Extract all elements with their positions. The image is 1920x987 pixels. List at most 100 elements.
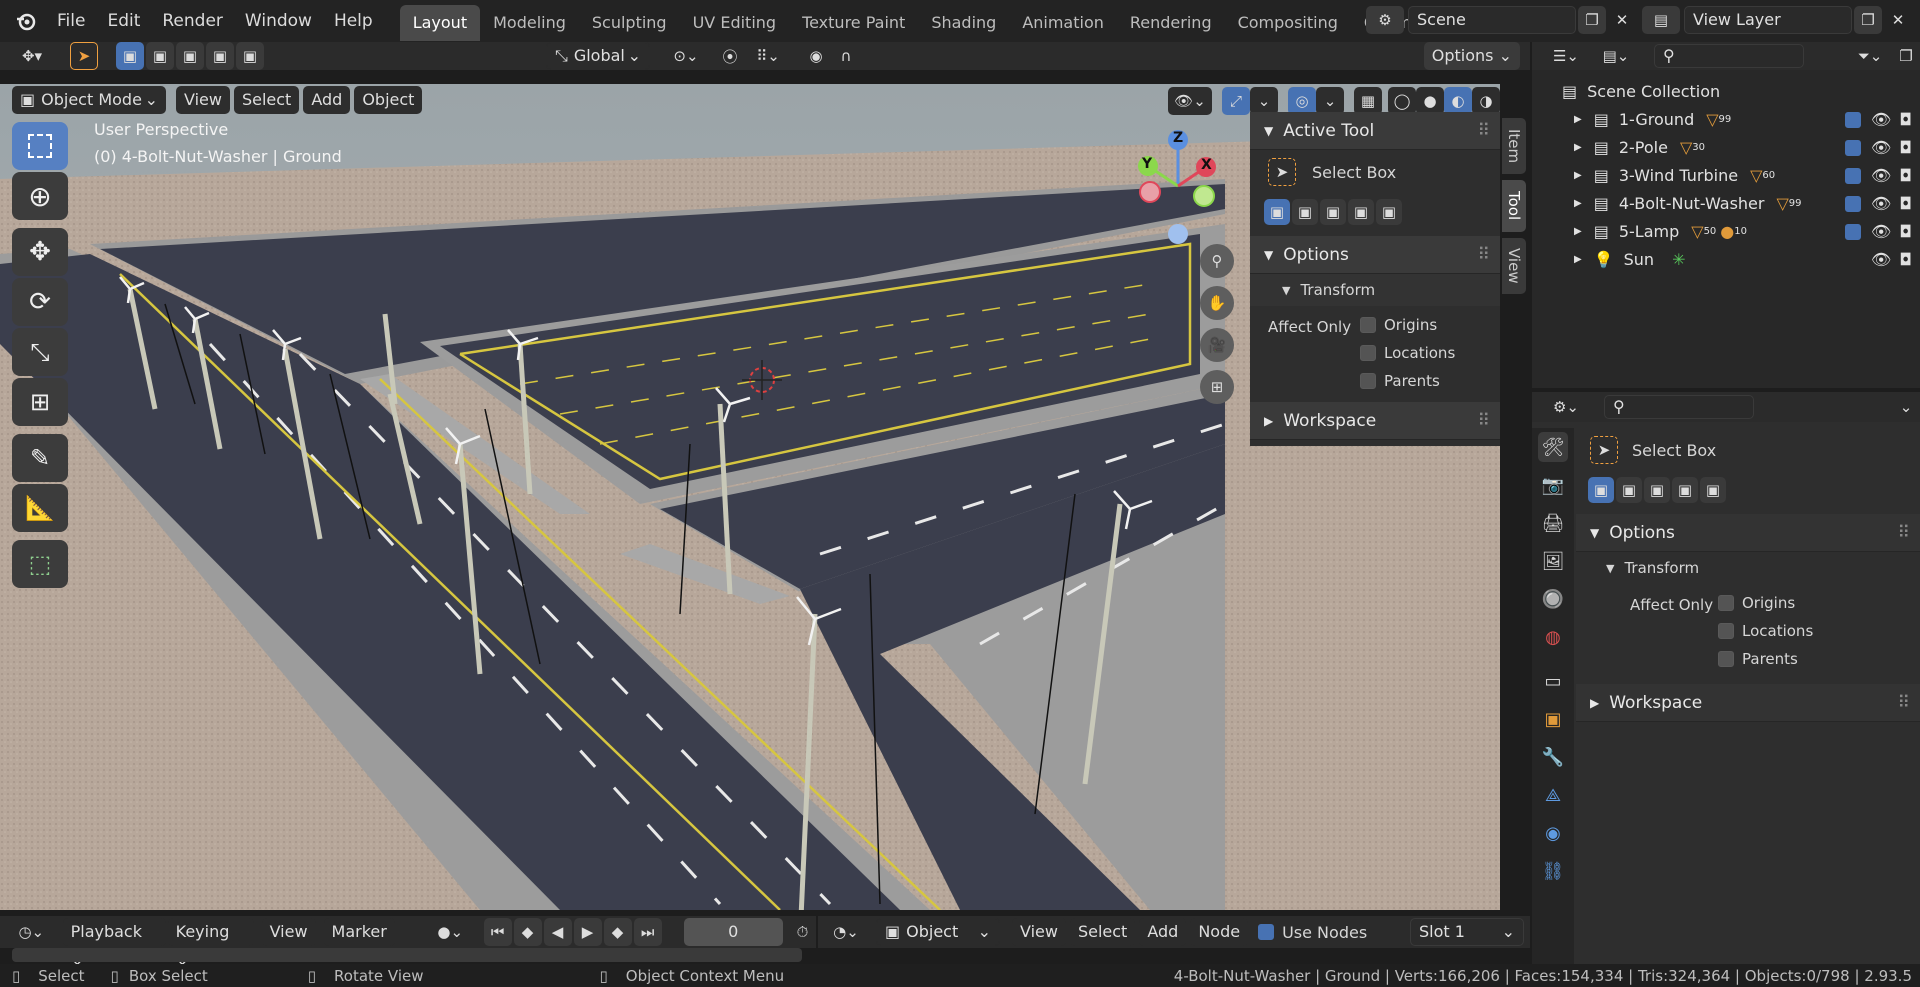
output-properties-icon[interactable]: 🖨 xyxy=(1538,508,1568,538)
particles-properties-icon[interactable]: ⟁ xyxy=(1538,780,1568,810)
physics-properties-icon[interactable]: ◉ xyxy=(1538,818,1568,848)
outliner-row[interactable]: ▶ ▤ 5-Lamp ▽ 50 ● 10 👁 ◘ xyxy=(1532,218,1920,246)
active-tool-header[interactable]: ▼ Active Tool ⠿ xyxy=(1250,112,1500,150)
mode-extend-icon[interactable]: ▣ xyxy=(1616,477,1642,503)
tab-animation[interactable]: Animation xyxy=(1009,5,1117,41)
transform-subheader[interactable]: ▼ Transform xyxy=(1250,274,1500,306)
play-icon[interactable]: ▶ xyxy=(573,918,602,946)
shader-type-dropdown[interactable]: ▣ Object ⌄ xyxy=(876,918,1000,946)
exclude-checkbox[interactable] xyxy=(1845,140,1862,156)
tab-shading[interactable]: Shading xyxy=(918,5,1009,41)
camera-render-icon[interactable]: ◘ xyxy=(1899,162,1912,190)
timeline-menu-marker[interactable]: Marker xyxy=(323,918,395,946)
eye-icon[interactable]: 👁 xyxy=(1871,106,1891,134)
select-box-tool-icon[interactable]: ➤ xyxy=(1590,436,1618,464)
scene-icon[interactable]: ⚙ xyxy=(1366,6,1404,34)
timeline-scrollbar[interactable] xyxy=(12,948,802,962)
menu-file[interactable]: File xyxy=(46,0,96,42)
prop-options-header[interactable]: ▼ Options ⠿ xyxy=(1576,514,1920,552)
annotate-tool[interactable]: ✎ xyxy=(12,434,68,482)
world-properties-icon[interactable]: ◍ xyxy=(1538,622,1568,652)
ortho-grid-icon[interactable]: ⊞ xyxy=(1200,370,1234,404)
eye-icon[interactable]: 👁 xyxy=(1871,162,1891,190)
shader-editor-icon[interactable]: ◔⌄ xyxy=(824,918,868,946)
node-menu-add[interactable]: Add xyxy=(1139,918,1187,946)
snap-icon[interactable]: ⦿ xyxy=(716,42,744,70)
editor-type-icon[interactable]: ✥▾ xyxy=(10,42,54,70)
solid-shading-icon[interactable]: ● xyxy=(1416,87,1444,115)
render-properties-icon[interactable]: 📷 xyxy=(1538,470,1568,500)
rotate-tool[interactable]: ⟳ xyxy=(12,278,68,326)
camera-icon[interactable]: 🎥 xyxy=(1200,328,1234,362)
timeline-editor-icon[interactable]: ◷⌄ xyxy=(10,918,53,946)
pivot-point-icon[interactable]: ⊙⌄ xyxy=(664,42,708,70)
menu-render[interactable]: Render xyxy=(151,0,234,42)
locations-checkbox[interactable]: Locations xyxy=(1360,344,1455,362)
gizmo-toggle-icon[interactable]: ⤢ xyxy=(1222,87,1250,115)
scale-tool[interactable]: ⤡ xyxy=(12,328,68,376)
view-layer-properties-icon[interactable]: 🖼 xyxy=(1538,546,1568,576)
exclude-checkbox[interactable] xyxy=(1845,224,1862,240)
viewport-menu-select[interactable]: Select xyxy=(233,86,300,114)
timeline-menu-playback[interactable]: Playback ⌄ xyxy=(62,918,166,969)
select-intersect-icon[interactable]: ▣ xyxy=(236,42,264,70)
view-layer-field[interactable]: View Layer xyxy=(1684,6,1852,34)
tab-modeling[interactable]: Modeling xyxy=(480,5,579,41)
filter-icon[interactable]: ⏷⌄ xyxy=(1848,42,1892,70)
workspace-header[interactable]: ▶ Workspace ⠿ xyxy=(1250,402,1500,440)
delete-scene-icon[interactable]: ✕ xyxy=(1608,6,1636,34)
view-layer-icon[interactable]: ▤ xyxy=(1642,6,1680,34)
exclude-checkbox[interactable] xyxy=(1845,196,1862,212)
prop-transform-subheader[interactable]: ▼ Transform xyxy=(1576,552,1920,584)
mode-intersect-icon[interactable]: ▣ xyxy=(1376,199,1402,225)
slot-dropdown[interactable]: Slot 1 ⌄ xyxy=(1410,918,1524,946)
eye-icon[interactable]: 👁 xyxy=(1871,134,1891,162)
menu-edit[interactable]: Edit xyxy=(96,0,151,42)
tab-compositing[interactable]: Compositing xyxy=(1225,5,1351,41)
cursor-tool[interactable]: ⊕ xyxy=(12,172,68,220)
prev-keyframe-icon[interactable]: ◆ xyxy=(513,918,542,946)
outliner-row[interactable]: ▶ ▤ 3-Wind Turbine ▽ 60 👁 ◘ xyxy=(1532,162,1920,190)
mode-intersect-icon[interactable]: ▣ xyxy=(1700,477,1726,503)
parents-checkbox[interactable]: Parents xyxy=(1360,372,1440,390)
mode-subtract-icon[interactable]: ▣ xyxy=(1644,477,1670,503)
mode-invert-icon[interactable]: ▣ xyxy=(1672,477,1698,503)
select-new-icon[interactable]: ▣ xyxy=(116,42,144,70)
delete-view-layer-icon[interactable]: ✕ xyxy=(1884,6,1912,34)
mode-new-icon[interactable]: ▣ xyxy=(1264,199,1290,225)
mode-subtract-icon[interactable]: ▣ xyxy=(1320,199,1346,225)
outliner-editor-icon[interactable]: ☰⌄ xyxy=(1544,42,1588,70)
camera-render-icon[interactable]: ◘ xyxy=(1899,218,1912,246)
properties-search-input[interactable]: ⚲ xyxy=(1604,395,1754,419)
select-subtract-icon[interactable]: ▣ xyxy=(176,42,204,70)
timeline-menu-keying[interactable]: Keying ⌄ xyxy=(167,918,254,969)
select-box-tool-icon[interactable]: ➤ xyxy=(1268,158,1296,186)
mode-invert-icon[interactable]: ▣ xyxy=(1348,199,1374,225)
origins-checkbox[interactable]: Origins xyxy=(1360,316,1437,334)
exclude-checkbox[interactable] xyxy=(1845,168,1862,184)
camera-render-icon[interactable]: ◘ xyxy=(1899,134,1912,162)
tab-uv-editing[interactable]: UV Editing xyxy=(680,5,789,41)
node-menu-select[interactable]: Select xyxy=(1069,918,1136,946)
mode-new-icon[interactable]: ▣ xyxy=(1588,477,1614,503)
material-shading-icon[interactable]: ◐ xyxy=(1444,87,1472,115)
outliner-row[interactable]: ▶ 💡 Sun ✳ 👁 ◘ xyxy=(1532,246,1920,274)
navigation-gizmo[interactable]: Z Y X xyxy=(1118,124,1238,244)
record-icon[interactable]: ●⌄ xyxy=(431,918,470,946)
eye-icon[interactable]: 👁 xyxy=(1871,190,1891,218)
eye-icon[interactable]: 👁 xyxy=(1871,246,1891,274)
timer-icon[interactable]: ⏱ xyxy=(789,918,816,946)
menu-help[interactable]: Help xyxy=(323,0,384,42)
tool-settings-icon[interactable]: 🛠 xyxy=(1538,432,1568,462)
camera-render-icon[interactable]: ◘ xyxy=(1899,106,1912,134)
viewport-menu-object[interactable]: Object xyxy=(354,86,423,114)
select-invert-icon[interactable]: ▣ xyxy=(206,42,234,70)
proportional-edit-icon[interactable]: ◉ xyxy=(802,42,830,70)
camera-render-icon[interactable]: ◘ xyxy=(1899,246,1912,274)
properties-editor-icon[interactable]: ⚙⌄ xyxy=(1544,393,1588,421)
move-tool[interactable]: ✥ xyxy=(12,228,68,276)
select-extend-icon[interactable]: ▣ xyxy=(146,42,174,70)
tab-rendering[interactable]: Rendering xyxy=(1117,5,1225,41)
pan-hand-icon[interactable]: ✋ xyxy=(1200,286,1234,320)
node-menu-view[interactable]: View xyxy=(1012,918,1066,946)
